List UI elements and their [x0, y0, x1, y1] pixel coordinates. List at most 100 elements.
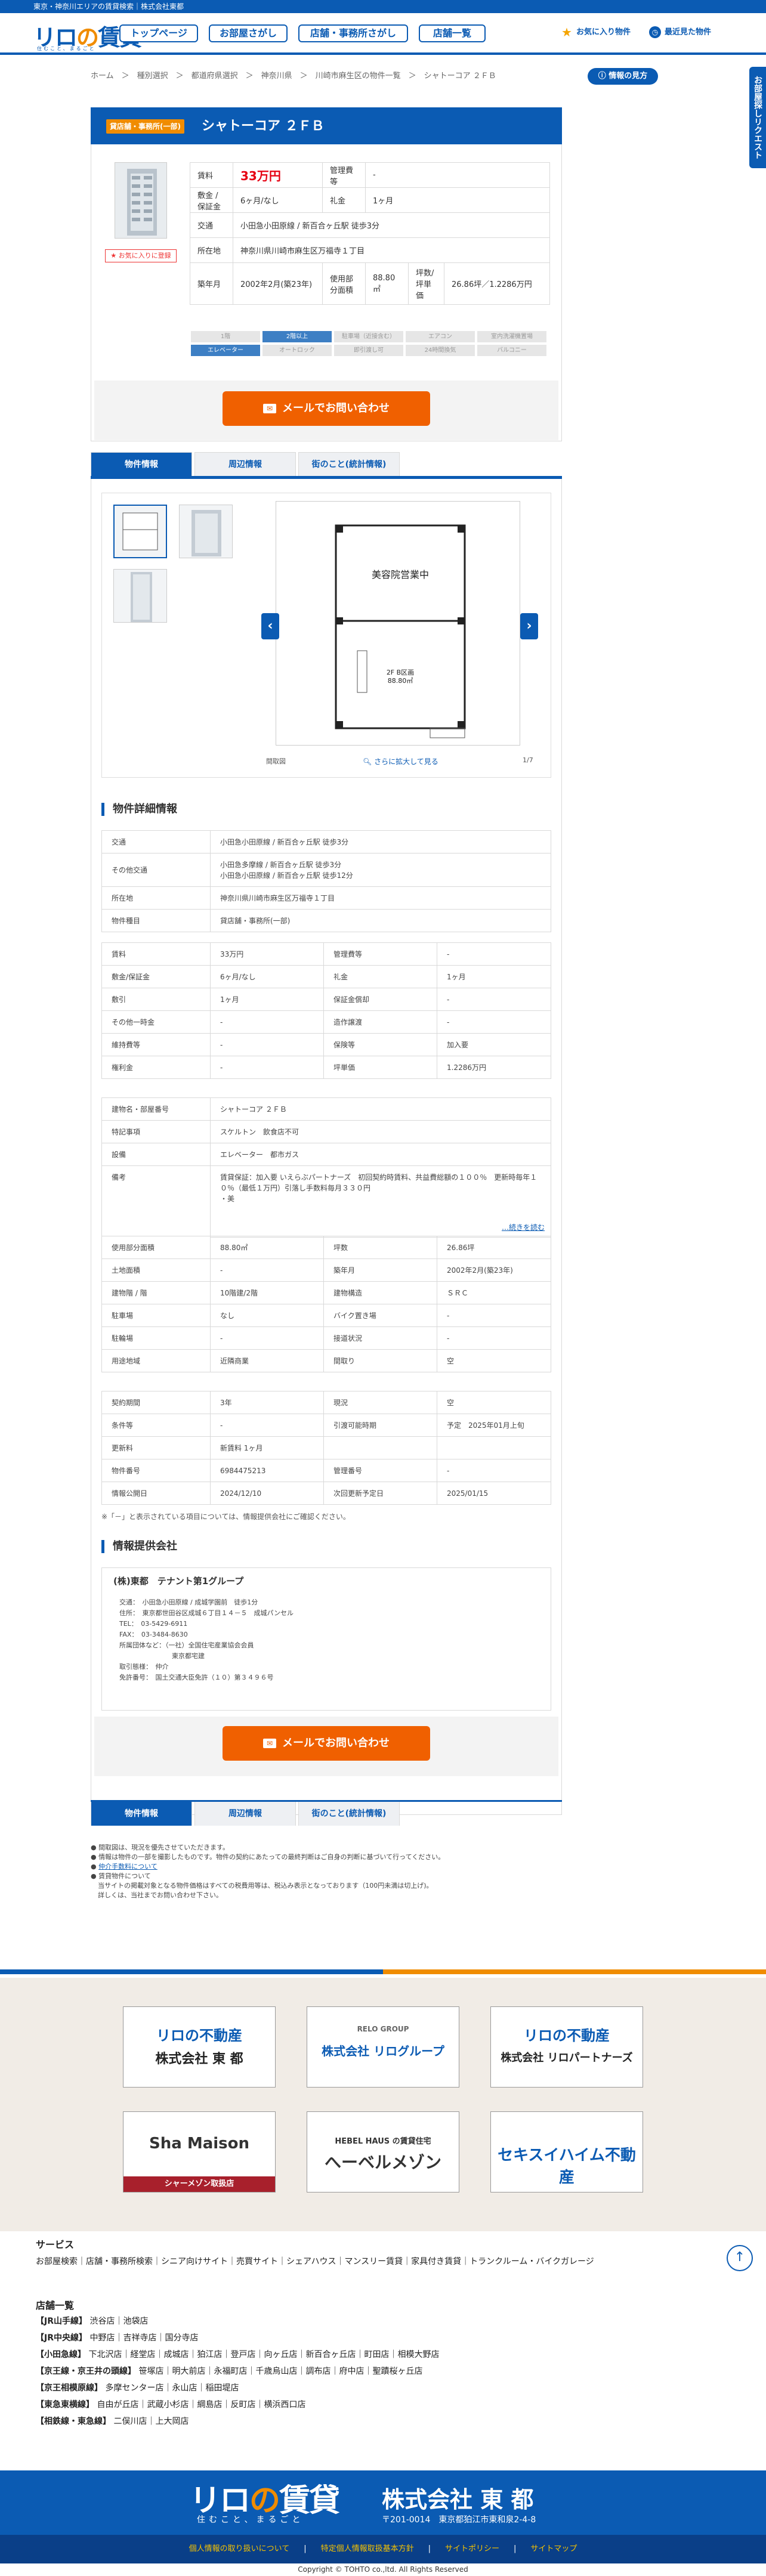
building-thumbnail[interactable]	[115, 162, 167, 239]
company-logo-relo-partners[interactable]: リロの不動産 株式会社 リロパートナーズ	[490, 2006, 643, 2088]
detail-value: -	[210, 1010, 324, 1034]
tab-property-info[interactable]: 物件情報	[91, 1802, 192, 1826]
provider-line: 免許番号： 国土交通大臣免許（１０）第３４９６号	[119, 1674, 274, 1681]
magnifier-icon: 🔍︎	[363, 757, 375, 766]
zoom-link[interactable]: 🔍︎ さらに拡大して見る	[363, 756, 438, 766]
detail-label: その他交通	[101, 853, 211, 887]
services-links[interactable]: お部屋検索｜店舗・事務所検索｜シニア向けサイト｜売買サイト｜シェアハウス｜マンス…	[36, 2253, 594, 2270]
detail-label: 坪数	[323, 1236, 437, 1259]
company-line: シャーメゾン取扱店	[123, 2176, 275, 2192]
gallery-thumb-floorplan[interactable]	[113, 505, 167, 558]
brokerage-fee-link[interactable]: 仲介手数料について	[98, 1863, 157, 1870]
detail-label: 備考	[101, 1165, 211, 1238]
detail-table-c: 建物名・部屋番号 シャトーコア ２ＦＢ 特記事項 スケルトン 飲食店不可 設備 エレベ…	[101, 1097, 551, 1238]
detail-label: その他一時金	[101, 1010, 211, 1034]
deposit-value: 6ヶ月/なし	[233, 187, 323, 213]
favorite-link[interactable]: ★ お気に入り物件	[561, 26, 631, 39]
detail-label: 造作譲渡	[323, 1010, 437, 1034]
detail-value: 近隣商業	[210, 1349, 324, 1372]
detail-label: 土地面積	[101, 1258, 211, 1282]
clock-icon: ◷	[649, 26, 661, 38]
feature-chip: オートロック	[262, 345, 332, 356]
floorplan-label: 2F B区画 88.80㎡	[387, 669, 414, 685]
store-row[interactable]: 【相鉄線・東急線】 二俣川店｜上大岡店	[36, 2413, 439, 2430]
nav-store-search[interactable]: 店舗・事務所さがし	[298, 24, 408, 42]
store-row[interactable]: 【京王線・京王井の頭線】 笹塚店｜明大前店｜永福町店｜千歳烏山店｜調布店｜府中店…	[36, 2363, 439, 2380]
read-more-link[interactable]: …続きを読む	[502, 1222, 545, 1232]
guide-button[interactable]: ⓘ 情報の見方	[588, 68, 658, 85]
site-policy-link[interactable]: サイトポリシー	[445, 2544, 499, 2553]
provider-name: (株)東都 テナント第1グループ	[113, 1576, 244, 1587]
services-title: サービス	[36, 2239, 75, 2250]
sitemap-link[interactable]: サイトマップ	[530, 2544, 577, 2553]
stores-title: 店舗一覧	[36, 2300, 75, 2311]
nav-top[interactable]: トップページ	[119, 24, 198, 42]
provider-line: 住所： 東京都世田谷区成城６丁目１４－５ 成城パンセル	[119, 1609, 294, 1617]
room-request-tab[interactable]: お部屋探しリクエスト	[749, 67, 766, 168]
tab-town-stats[interactable]: 街のこと(統計情報)	[298, 1802, 400, 1826]
key-money-label: 礼金	[322, 187, 366, 213]
detail-value: -	[437, 1459, 551, 1482]
detail-value: -	[437, 942, 551, 966]
add-favorite-button[interactable]: ★ お気に入りに登録	[105, 249, 177, 262]
detail-value: -	[437, 1010, 551, 1034]
provider-line: TEL： 03-5429-6911	[119, 1620, 188, 1628]
tab-town-stats[interactable]: 街のこと(統計情報)	[298, 452, 400, 476]
detail-label: 物件種目	[101, 909, 211, 932]
store-row[interactable]: 【京王相模原線】 多摩センター店｜永山店｜稲田堤店	[36, 2380, 439, 2396]
company-logo-shamaison[interactable]: Sha Maison シャーメゾン取扱店	[123, 2111, 276, 2192]
detail-value: シャトーコア ２ＦＢ	[210, 1097, 551, 1121]
company-logo-sekisui-heim[interactable]: セキスイハイム不動産	[490, 2111, 643, 2192]
mail-contact-button[interactable]: ✉ メールでお問い合わせ	[223, 391, 430, 426]
store-row[interactable]: 【小田急線】 下北沢店｜経堂店｜成城店｜狛江店｜登戸店｜向ヶ丘店｜新百合ヶ丘店｜…	[36, 2346, 439, 2363]
company-logo-hebel-maison[interactable]: HEBEL HAUS の賃貸住宅 へーベルメゾン	[307, 2111, 459, 2192]
detail-value: -	[210, 1258, 324, 1282]
floorplan-main-image[interactable]: 美容院営業中 2F B区画 88.80㎡	[276, 501, 520, 746]
detail-value: 貸店舗・事務所(一部)	[210, 909, 551, 932]
detail-value: 加入要	[437, 1033, 551, 1056]
gallery-next-button[interactable]: ›	[520, 613, 538, 639]
detail-label: 用途地域	[101, 1349, 211, 1372]
gallery-thumb-photo[interactable]	[179, 505, 233, 558]
store-row[interactable]: 【東急東横線】 自由が丘店｜武蔵小杉店｜綱島店｜反町店｜横浜西口店	[36, 2396, 439, 2413]
gallery-thumb-photo[interactable]	[113, 569, 167, 623]
top-note: 東京・神奈川エリアの賃貸検索｜株式会社東都	[0, 0, 766, 13]
breadcrumb[interactable]: ホーム ＞ 種別選択 ＞ 都道府県選択 ＞ 神奈川県 ＞ 川崎市麻生区の物件一覧…	[91, 70, 496, 82]
company-logo-relo-group[interactable]: RELO GROUP 株式会社 リログループ	[307, 2006, 459, 2088]
tab-property-info[interactable]: 物件情報	[91, 452, 192, 476]
summary-table: 賃料 33万円 管理費等 - 敷金 / 保証金 6ヶ月/なし 礼金 1ヶ月 交通 小田急小田原…	[190, 162, 550, 305]
provider-line: 東京都宅建	[119, 1652, 205, 1660]
company-line: へーベルメゾン	[324, 2153, 441, 2172]
detail-value: 10階建/2階	[210, 1281, 324, 1304]
note-item: ● 間取図は、現況を優先させていただきます。	[91, 1844, 230, 1851]
detail-value: 新賃料 1ヶ月	[210, 1436, 324, 1459]
store-row[interactable]: 【JR山手線】 渋谷店｜池袋店	[36, 2313, 439, 2330]
company-logo-tohto[interactable]: リロの不動産 株式会社 東 都	[123, 2006, 276, 2088]
nav-room-search[interactable]: お部屋さがし	[209, 24, 288, 42]
tab-surroundings[interactable]: 周辺情報	[194, 452, 296, 476]
detail-value: -	[210, 1414, 324, 1437]
tab-surroundings[interactable]: 周辺情報	[194, 1802, 296, 1826]
note-item: ● 情報は物件の一部を撮影したものです。物件の契約にあたっての最終判断はご自身の…	[91, 1853, 445, 1861]
mgmt-fee-value: -	[365, 162, 550, 188]
personal-info-policy-link[interactable]: 特定個人情報取扱基本方針	[321, 2544, 414, 2553]
mail-icon: ✉	[263, 1739, 276, 1748]
detail-label: 更新料	[101, 1436, 211, 1459]
provider-line: FAX： 03-3484-8630	[119, 1631, 188, 1638]
detail-value: なし	[210, 1304, 324, 1327]
history-link[interactable]: ◷ 最近見た物件	[649, 26, 711, 39]
store-row[interactable]: 【JR中央線】 中野店｜吉祥寺店｜国分寺店	[36, 2330, 439, 2346]
nav-store-list[interactable]: 店舗一覧	[419, 24, 486, 42]
feature-chip: 2階以上	[262, 331, 332, 342]
note-item: ● 仲介手数料について	[91, 1863, 157, 1870]
provider-section-title: 情報提供会社	[101, 1540, 177, 1553]
remarks-cell: 賃貸保証：加入要 いえらぶパートナーズ 初回契約時賃料、共益費総額の１００％ 更…	[210, 1165, 551, 1238]
detail-label: 敷引	[101, 988, 211, 1011]
key-money-value: 1ヶ月	[365, 187, 550, 213]
detail-value: 88.80㎡	[210, 1236, 324, 1259]
detail-value: ＳＲＣ	[437, 1281, 551, 1304]
gallery-prev-button[interactable]: ‹	[261, 613, 279, 639]
back-to-top-button[interactable]: ↑	[727, 2245, 753, 2271]
privacy-link[interactable]: 個人情報の取り扱いについて	[189, 2544, 290, 2553]
mail-contact-button-bottom[interactable]: ✉ メールでお問い合わせ	[223, 1726, 430, 1761]
